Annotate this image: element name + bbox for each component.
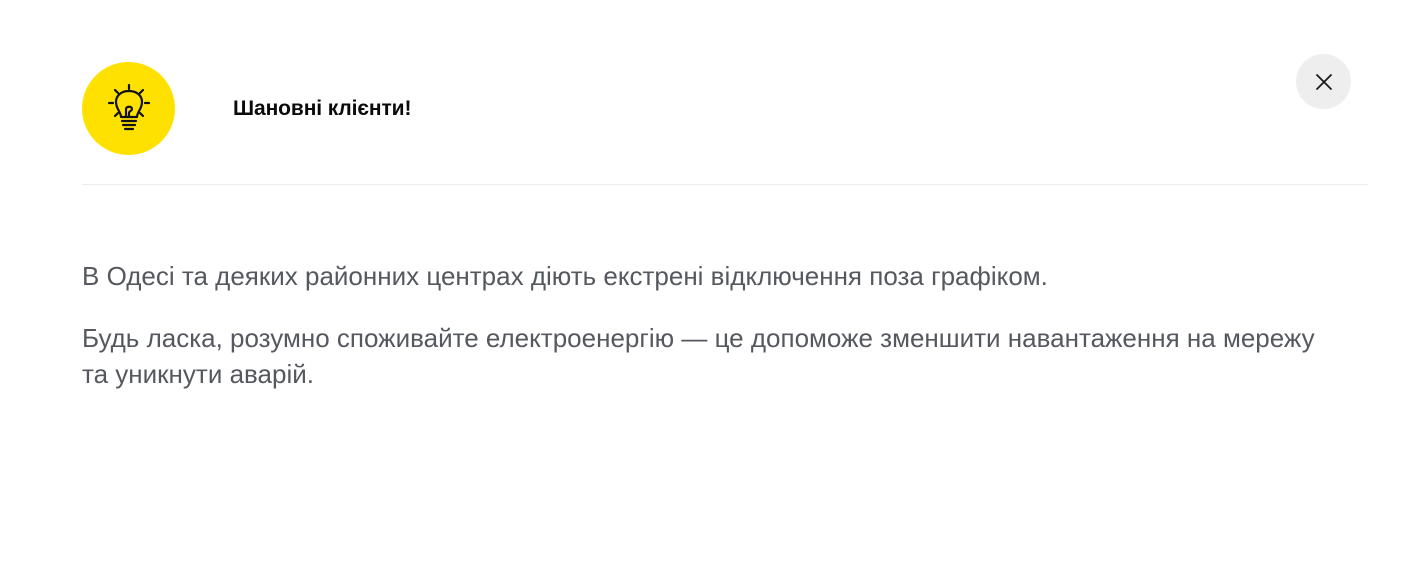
dialog-header: Шановні клієнти! — [82, 62, 1368, 185]
notice-paragraph-advice: Будь ласка, розумно споживайте електроен… — [82, 323, 1315, 389]
notice-paragraph-outages: В Одесі та деяких районних центрах діють… — [82, 261, 1048, 291]
close-button[interactable] — [1296, 54, 1351, 109]
lightbulb-icon — [82, 62, 175, 155]
notice-dialog: Шановні клієнти! В Одесі та деяких район… — [0, 0, 1408, 581]
dialog-title: Шановні клієнти! — [233, 97, 412, 120]
dialog-body: В Одесі та деяких районних центрах діють… — [82, 258, 1332, 418]
close-icon — [1315, 73, 1332, 90]
